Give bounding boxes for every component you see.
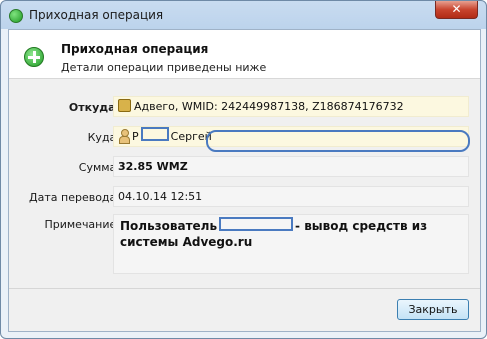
purse-icon — [118, 99, 131, 112]
dialog-header: Приходная операция Детали операции приве… — [9, 30, 480, 79]
from-value: Адвего, WMID: 242449987138, Z18687417673… — [134, 100, 404, 113]
window-title: Приходная операция — [29, 8, 164, 22]
app-icon — [9, 9, 23, 23]
date-value: 04.10.14 12:51 — [118, 190, 203, 203]
dialog-window: Приходная операция ✕ Приходная операция … — [0, 0, 487, 339]
date-field[interactable]: 04.10.14 12:51 — [113, 186, 469, 207]
date-label: Дата перевода: — [29, 191, 120, 204]
window-close-button[interactable]: ✕ — [435, 1, 478, 19]
dialog-client-area: Приходная операция Детали операции приве… — [8, 29, 481, 332]
user-icon — [118, 129, 130, 144]
redaction-box — [219, 217, 294, 231]
note-field[interactable]: Пользователь - вывод средств из системы A… — [113, 214, 469, 274]
plus-circle-icon — [24, 47, 44, 67]
amount-field[interactable]: 32.85 WMZ — [113, 156, 469, 177]
close-button[interactable]: Закрыть — [397, 299, 469, 320]
header-subtitle: Детали операции приведены ниже — [61, 61, 267, 74]
header-title: Приходная операция — [61, 42, 209, 56]
amount-value: 32.85 WMZ — [118, 160, 188, 173]
from-field[interactable]: Адвего, WMID: 242449987138, Z18687417673… — [113, 96, 469, 117]
note-label: Примечание: — [44, 218, 120, 231]
title-bar[interactable]: Приходная операция ✕ — [1, 1, 486, 29]
to-value-prefix: Р — [132, 130, 139, 143]
redaction-box — [140, 127, 169, 141]
footer-divider — [9, 288, 480, 289]
note-value-part1: Пользователь — [120, 219, 218, 233]
redaction-oval — [206, 130, 470, 152]
